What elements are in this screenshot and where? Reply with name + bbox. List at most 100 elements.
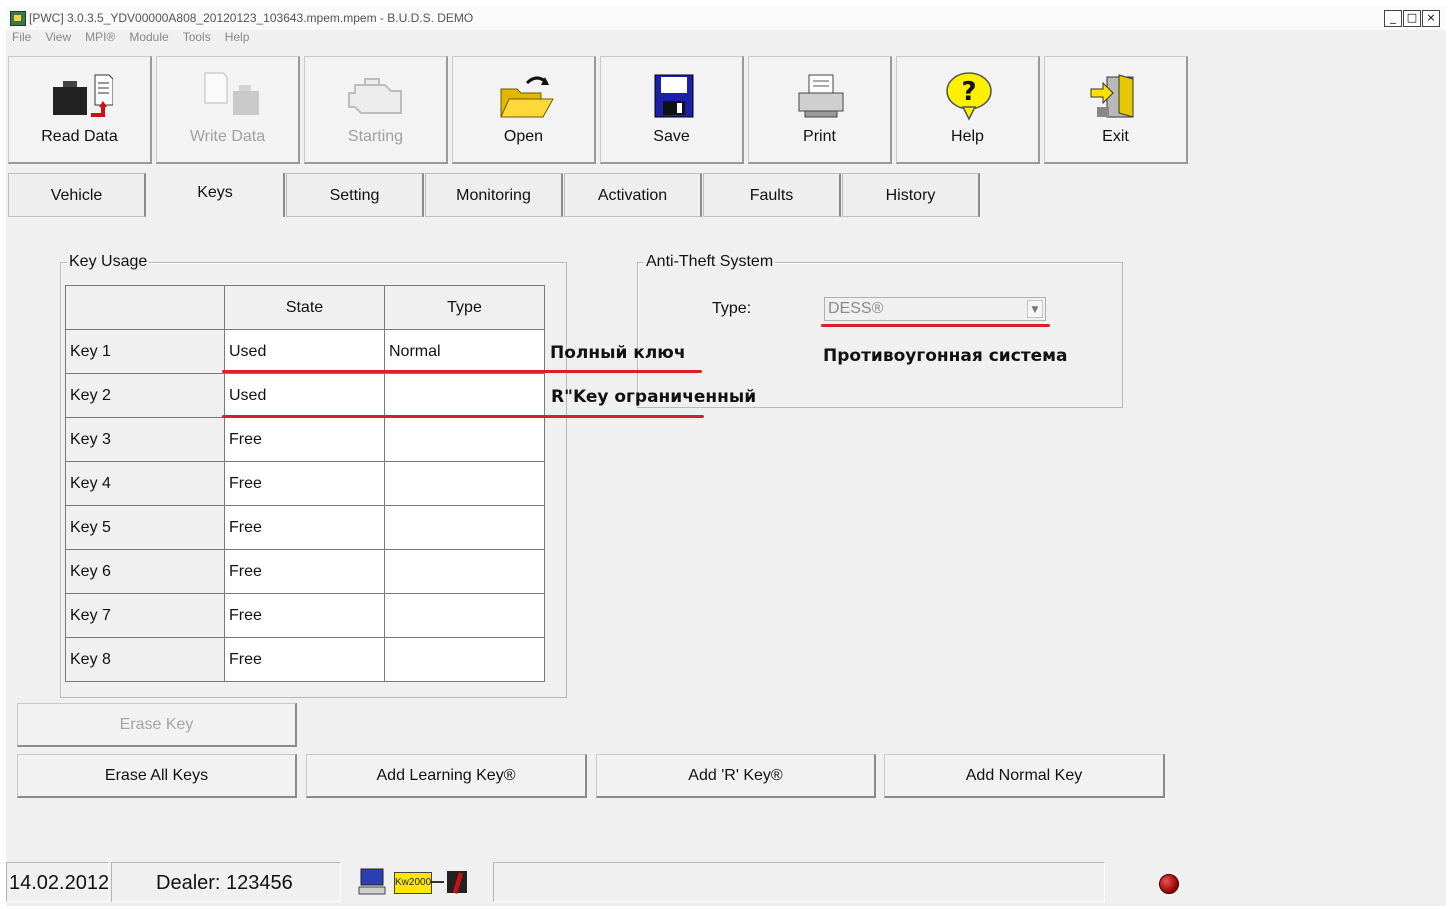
write-data-label: Write Data [189, 128, 266, 145]
annotation-underline-anti-theft [821, 324, 1050, 327]
minimize-button[interactable]: _ [1384, 10, 1402, 27]
menu-view[interactable]: View [45, 30, 71, 48]
table-row[interactable]: Key 2 Used [65, 373, 545, 418]
chevron-down-icon[interactable]: ▼ [1027, 300, 1043, 318]
status-date: 14.02.2012 [6, 862, 109, 902]
type-cell [384, 637, 545, 682]
save-button[interactable]: Save [600, 56, 744, 164]
row-header: Key 1 [65, 329, 225, 374]
type-cell: Normal [384, 329, 545, 374]
table-row[interactable]: Key 6 Free [65, 549, 545, 594]
table-row[interactable]: Key 4 Free [65, 461, 545, 506]
add-normal-key-button[interactable]: Add Normal Key [884, 754, 1165, 798]
menu-help[interactable]: Help [225, 30, 250, 48]
type-cell [384, 461, 545, 506]
column-header-state[interactable]: State [224, 285, 385, 330]
add-r-key-button[interactable]: Add 'R' Key® [596, 754, 876, 798]
status-message [493, 862, 1105, 902]
column-header-type[interactable]: Type [384, 285, 545, 330]
table-header-row: State Type [65, 285, 545, 330]
row-header: Key 7 [65, 593, 225, 638]
state-cell: Free [224, 461, 385, 506]
type-cell [384, 373, 545, 418]
tab-monitoring[interactable]: Monitoring [425, 173, 563, 217]
row-header: Key 4 [65, 461, 225, 506]
tab-vehicle[interactable]: Vehicle [8, 173, 146, 217]
annotation-key1: Полный ключ [550, 343, 686, 363]
annotation-underline-key2 [222, 415, 704, 418]
engine-icon [348, 78, 402, 114]
starting-label: Starting [347, 128, 404, 145]
exit-door-icon [1090, 74, 1134, 118]
save-label: Save [653, 128, 690, 145]
print-label: Print [803, 128, 836, 145]
anti-theft-type-value: DESS® [828, 300, 884, 317]
table-row[interactable]: Key 3 Free [65, 417, 545, 462]
state-cell: Free [224, 637, 385, 682]
row-header: Key 6 [65, 549, 225, 594]
anti-theft-title: Anti-Theft System [644, 253, 776, 271]
tab-activation[interactable]: Activation [564, 173, 702, 217]
type-cell [384, 549, 545, 594]
read-data-button[interactable]: Read Data [8, 56, 152, 164]
exit-label: Exit [1102, 128, 1129, 145]
menu-tools[interactable]: Tools [183, 30, 211, 48]
tab-history[interactable]: History [842, 173, 980, 217]
maximize-button[interactable]: □ [1403, 10, 1421, 27]
table-row[interactable]: Key 8 Free [65, 637, 545, 682]
state-cell: Free [224, 505, 385, 550]
table-row[interactable]: Key 7 Free [65, 593, 545, 638]
status-led-icon [1159, 874, 1179, 894]
menu-file[interactable]: File [12, 30, 31, 48]
window-controls: _ □ × [1384, 10, 1440, 27]
connection-status: Kw2000 [358, 868, 474, 896]
erase-key-button[interactable]: Erase Key [17, 703, 297, 747]
connection-line [430, 881, 444, 883]
type-cell [384, 593, 545, 638]
help-icon: ? [946, 72, 992, 121]
write-data-button[interactable]: Write Data [156, 56, 300, 164]
printer-icon [798, 74, 844, 118]
table-row[interactable]: Key 1 Used Normal [65, 329, 545, 374]
open-label: Open [503, 128, 544, 145]
anti-theft-type-label: Type: [712, 300, 752, 317]
exit-button[interactable]: Exit [1044, 56, 1188, 164]
status-dealer: Dealer: 123456 [111, 862, 341, 902]
tab-setting[interactable]: Setting [286, 173, 424, 217]
tab-faults[interactable]: Faults [703, 173, 841, 217]
print-button[interactable]: Print [748, 56, 892, 164]
help-button[interactable]: ? Help [896, 56, 1040, 164]
application-window: [PWC] 3.0.3.5_YDV00000A808_20120123_1036… [6, 6, 1446, 906]
title-bar: [PWC] 3.0.3.5_YDV00000A808_20120123_1036… [6, 6, 1446, 30]
read-data-icon [53, 74, 113, 117]
protocol-badge: Kw2000 [394, 872, 432, 894]
computer-icon [358, 868, 386, 895]
starting-button[interactable]: Starting [304, 56, 448, 164]
menu-module[interactable]: Module [129, 30, 168, 48]
row-header: Key 8 [65, 637, 225, 682]
menu-mpi[interactable]: MPI® [85, 30, 115, 48]
tab-strip: Vehicle Keys Setting Monitoring Activati… [8, 173, 1444, 217]
type-cell [384, 505, 545, 550]
close-button[interactable]: × [1422, 10, 1440, 27]
state-cell: Free [224, 593, 385, 638]
floppy-disk-icon [654, 74, 694, 118]
vehicle-module-icon [447, 871, 467, 894]
open-button[interactable]: Open [452, 56, 596, 164]
annotation-anti-theft: Противоугонная система [823, 346, 1068, 366]
key-usage-title: Key Usage [67, 253, 150, 271]
state-cell: Used [224, 329, 385, 374]
anti-theft-type-select[interactable]: DESS® ▼ [824, 297, 1046, 321]
window-title: [PWC] 3.0.3.5_YDV00000A808_20120123_1036… [29, 11, 474, 25]
key-usage-table: State Type Key 1 Used Normal Key 2 Used … [65, 285, 545, 682]
svg-text:?: ? [961, 77, 976, 107]
add-learning-key-button[interactable]: Add Learning Key® [306, 754, 587, 798]
open-folder-icon [500, 76, 554, 118]
help-label: Help [951, 128, 984, 145]
tab-keys[interactable]: Keys [147, 173, 285, 217]
table-row[interactable]: Key 5 Free [65, 505, 545, 550]
erase-all-keys-button[interactable]: Erase All Keys [17, 754, 297, 798]
row-header: Key 5 [65, 505, 225, 550]
state-cell: Free [224, 549, 385, 594]
row-header: Key 2 [65, 373, 225, 418]
